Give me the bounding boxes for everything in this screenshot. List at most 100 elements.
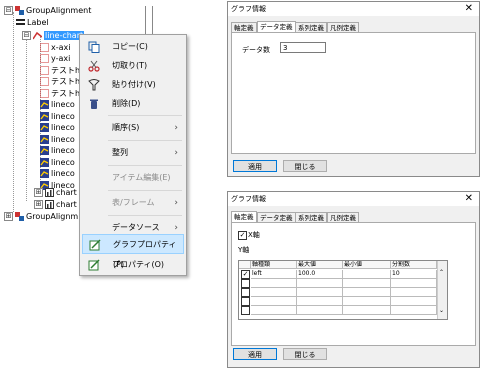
grid-cell-divisions[interactable] bbox=[391, 279, 437, 288]
dialog-titlebar[interactable]: グラフ情報 ✕ bbox=[228, 192, 479, 206]
menu-item-properties[interactable]: プロパティ(O) bbox=[82, 255, 184, 275]
grid-cell-max[interactable] bbox=[297, 288, 343, 297]
grid-cell-max[interactable] bbox=[297, 279, 343, 288]
tree-node-label: lineco bbox=[51, 135, 75, 144]
grid-cell-divisions[interactable] bbox=[391, 288, 437, 297]
series-icon bbox=[40, 146, 49, 155]
tree-node[interactable]: lineco bbox=[40, 168, 75, 179]
menu-item-table-frame[interactable]: 表/フレーム › bbox=[82, 193, 184, 213]
grid-cell-max[interactable] bbox=[297, 306, 343, 315]
tree-node-label: lineco bbox=[51, 123, 75, 132]
grid-cell-divisions[interactable] bbox=[391, 297, 437, 306]
expand-icon[interactable]: ⊞ bbox=[34, 188, 43, 197]
text-icon bbox=[40, 66, 49, 75]
expand-icon[interactable]: ⊞ bbox=[4, 212, 13, 221]
tree-node[interactable]: lineco bbox=[40, 122, 75, 133]
cut-icon bbox=[88, 60, 100, 72]
data-count-label: データ数 bbox=[242, 46, 270, 54]
tree-node[interactable]: テストh bbox=[40, 65, 80, 76]
tree-node[interactable]: lineco bbox=[40, 99, 75, 110]
grid-cell-min[interactable] bbox=[343, 306, 391, 315]
y-axis-grid[interactable]: 軸種類 最大値 最小値 分割数 ✓ left 100.0 10 ⌃ ⌄ bbox=[238, 260, 448, 320]
menu-item-order[interactable]: 順序(S) › bbox=[82, 118, 184, 138]
tree-node[interactable]: lineco bbox=[40, 111, 75, 122]
axis-icon bbox=[40, 54, 49, 63]
tree-node-label: GroupAlignment bbox=[26, 6, 92, 15]
tree-node-label: lineco bbox=[51, 112, 75, 121]
row-checkbox[interactable] bbox=[241, 306, 250, 315]
close-icon[interactable]: ✕ bbox=[465, 192, 473, 206]
tree-node[interactable]: テストh bbox=[40, 88, 80, 99]
delete-icon bbox=[88, 98, 100, 110]
data-count-field[interactable]: 3 bbox=[280, 42, 326, 53]
tree-node[interactable]: lineco bbox=[40, 134, 75, 145]
apply-button[interactable]: 適用 bbox=[233, 348, 277, 360]
collapse-icon[interactable]: ⊟ bbox=[22, 31, 31, 40]
close-button[interactable]: 閉じる bbox=[283, 348, 327, 360]
grid-corner bbox=[239, 261, 251, 269]
menu-item-paste[interactable]: 貼り付け(V) bbox=[82, 75, 184, 95]
apply-button[interactable]: 適用 bbox=[233, 160, 277, 172]
menu-item-align[interactable]: 整列 › bbox=[82, 143, 184, 163]
grid-cell-min[interactable] bbox=[343, 297, 391, 306]
menu-item-label: 削除(D) bbox=[112, 99, 141, 108]
tree-node[interactable]: Label bbox=[16, 17, 49, 28]
column-header-min: 最小値 bbox=[343, 261, 391, 269]
menu-separator bbox=[108, 115, 182, 116]
menu-item-copy[interactable]: コピー(C) bbox=[82, 37, 184, 57]
grid-cell-type[interactable]: left bbox=[251, 270, 297, 279]
menu-item-label: アイテム編集(E) bbox=[112, 173, 171, 182]
menu-item-label: 貼り付け(V) bbox=[112, 80, 156, 89]
expand-icon[interactable]: ⊞ bbox=[34, 200, 43, 209]
collapse-icon[interactable]: ⊟ bbox=[4, 6, 13, 15]
grid-cell-type[interactable] bbox=[251, 297, 297, 306]
tree-node[interactable]: テストh bbox=[40, 76, 80, 87]
tree-node[interactable]: ⊞ GroupAlignm bbox=[4, 211, 78, 222]
paste-icon bbox=[88, 79, 100, 91]
dialog-titlebar[interactable]: グラフ情報 ✕ bbox=[228, 2, 479, 16]
row-checkbox[interactable] bbox=[241, 279, 250, 288]
close-icon[interactable]: ✕ bbox=[465, 2, 473, 16]
grid-cell-max[interactable]: 100.0 bbox=[297, 270, 343, 279]
tree-node-label: テストh bbox=[51, 77, 81, 86]
scroll-up-icon[interactable]: ⌃ bbox=[439, 269, 444, 276]
tree-node[interactable]: ⊟ GroupAlignment bbox=[4, 5, 91, 16]
series-icon bbox=[40, 112, 49, 121]
grid-cell-type[interactable] bbox=[251, 306, 297, 315]
grid-cell-min[interactable] bbox=[343, 279, 391, 288]
menu-item-label: 順序(S) bbox=[112, 123, 140, 132]
tree-node[interactable]: ⊟ line-chart bbox=[22, 30, 85, 41]
x-axis-checkbox[interactable]: ✓ bbox=[238, 231, 247, 240]
grid-cell-divisions[interactable]: 10 bbox=[391, 270, 437, 279]
tree-node[interactable]: ⊞ chart bbox=[34, 199, 77, 210]
tree-node-label: Label bbox=[27, 18, 49, 27]
menu-item-delete[interactable]: 削除(D) bbox=[82, 94, 184, 114]
grid-cell-type[interactable] bbox=[251, 279, 297, 288]
row-checkbox[interactable] bbox=[241, 297, 250, 306]
grid-cell-max[interactable] bbox=[297, 297, 343, 306]
tree-node-label: chart bbox=[56, 188, 77, 197]
tree-node[interactable]: x-axi bbox=[40, 42, 70, 53]
tree-node[interactable]: y-axi bbox=[40, 53, 70, 64]
dialog-title: グラフ情報 bbox=[231, 195, 266, 203]
menu-item-cut[interactable]: 切取り(T) bbox=[82, 56, 184, 76]
tree-node[interactable]: lineco bbox=[40, 145, 75, 156]
row-checkbox[interactable]: ✓ bbox=[241, 270, 250, 279]
menu-item-label: コピー(C) bbox=[112, 42, 148, 51]
tree-node-label: lineco bbox=[51, 146, 75, 155]
scroll-down-icon[interactable]: ⌄ bbox=[439, 307, 444, 314]
copy-icon bbox=[88, 41, 100, 53]
row-checkbox[interactable] bbox=[241, 288, 250, 297]
grid-cell-min[interactable] bbox=[343, 270, 391, 279]
tree-node-label: GroupAlignm bbox=[26, 212, 79, 221]
grid-cell-divisions[interactable] bbox=[391, 306, 437, 315]
grid-scrollbar[interactable]: ⌃ ⌄ bbox=[437, 261, 447, 319]
close-button[interactable]: 閉じる bbox=[283, 160, 327, 172]
grid-cell-min[interactable] bbox=[343, 288, 391, 297]
grid-cell-type[interactable] bbox=[251, 288, 297, 297]
menu-item-edit-item[interactable]: アイテム編集(E) bbox=[82, 168, 184, 188]
tree-node[interactable]: lineco bbox=[40, 157, 75, 168]
tree-node[interactable]: ⊞ chart bbox=[34, 187, 77, 198]
menu-item-graph-properties[interactable]: グラフプロパティ(P) bbox=[82, 234, 184, 269]
tree-connector bbox=[13, 12, 14, 212]
